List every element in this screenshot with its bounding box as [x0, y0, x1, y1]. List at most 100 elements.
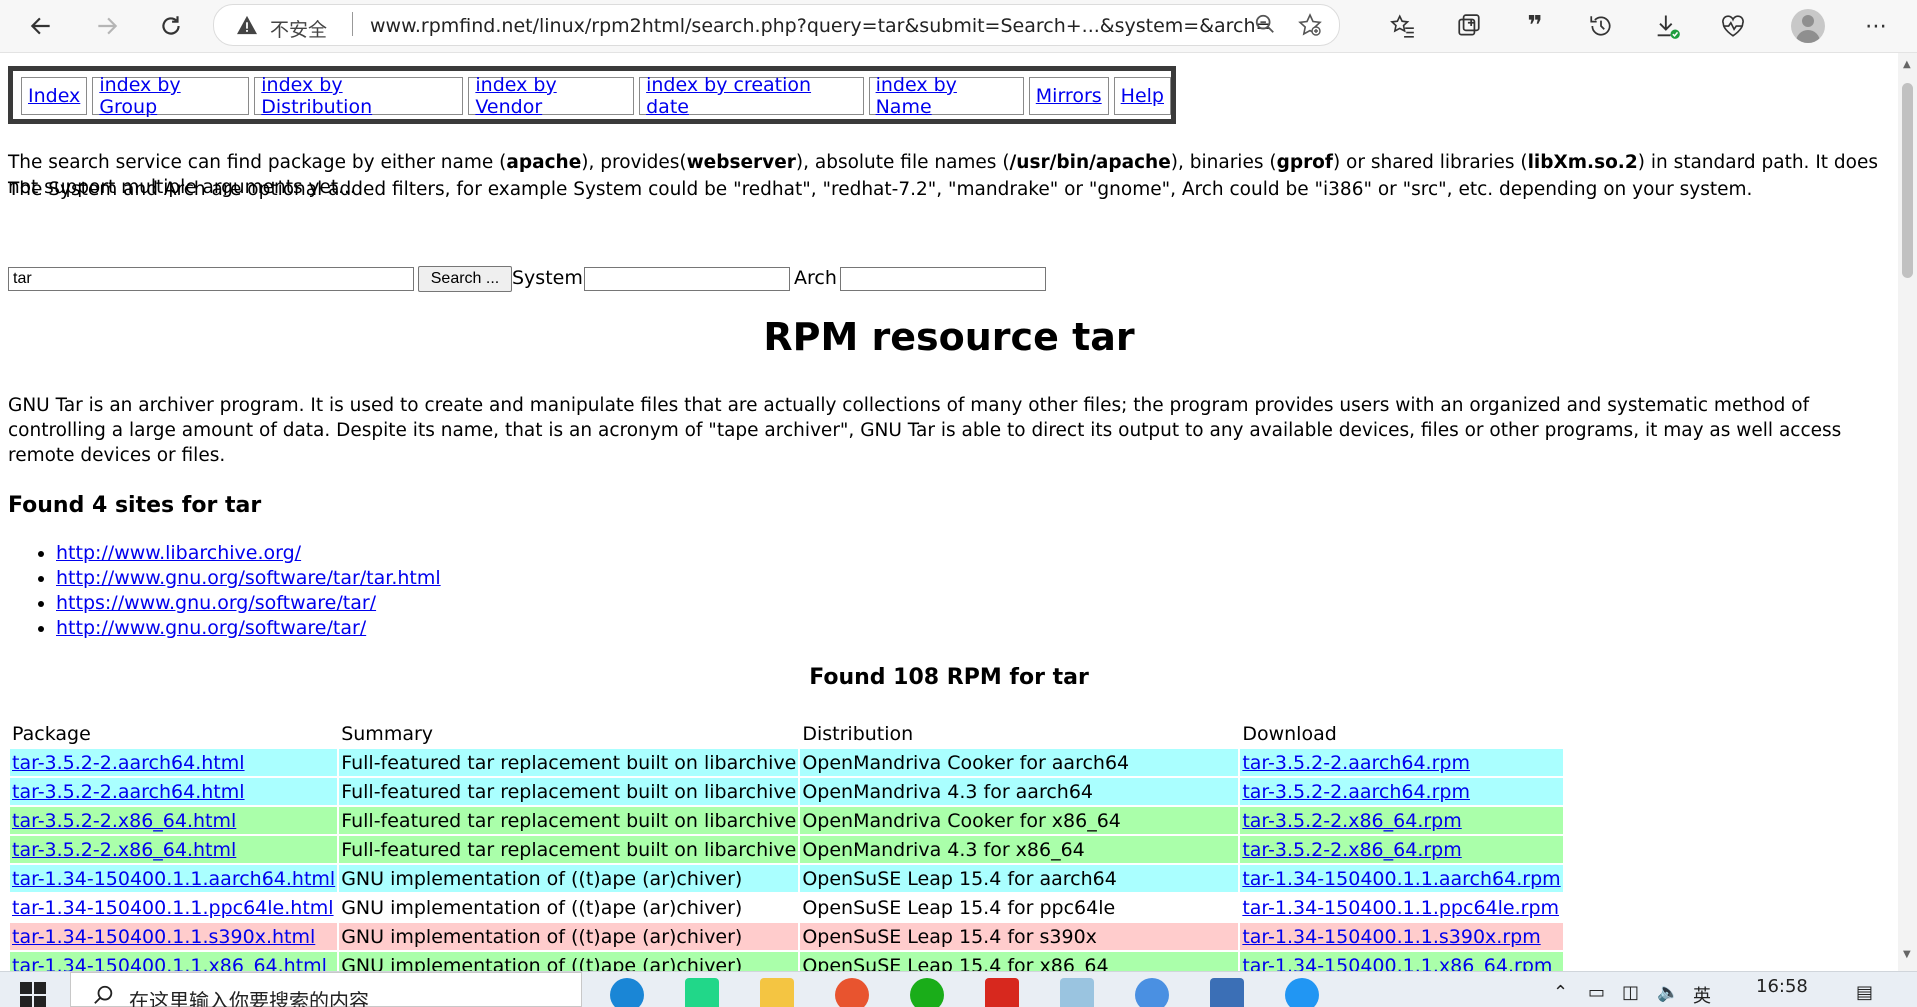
- system-label: System: [512, 267, 583, 289]
- arch-input[interactable]: [840, 267, 1046, 291]
- feishu-taskbar-icon[interactable]: [1285, 978, 1319, 1007]
- wechat-taskbar-icon[interactable]: [910, 978, 944, 1007]
- cell-summary: GNU implementation of ((t)ape (ar)chiver…: [339, 923, 799, 950]
- cell-download: tar-3.5.2-2.x86_64.rpm: [1240, 836, 1563, 863]
- download-link[interactable]: tar-1.34-150400.1.1.aarch64.rpm: [1242, 868, 1560, 890]
- table-header-row: Package Summary Distribution Download: [10, 721, 1563, 747]
- download-link[interactable]: tar-3.5.2-2.x86_64.rpm: [1242, 810, 1461, 832]
- download-link[interactable]: tar-1.34-150400.1.1.s390x.rpm: [1242, 926, 1540, 948]
- url-text[interactable]: www.rpmfind.net/linux/rpm2html/search.ph…: [370, 15, 1271, 37]
- package-link[interactable]: tar-1.34-150400.1.1.x86_64.html: [12, 955, 327, 972]
- package-link[interactable]: tar-3.5.2-2.aarch64.html: [12, 781, 245, 803]
- cell-summary: Full-featured tar replacement built on l…: [339, 807, 799, 834]
- taskbar-clock[interactable]: 16:58: [1756, 976, 1808, 997]
- package-link[interactable]: tar-1.34-150400.1.1.s390x.html: [12, 926, 315, 948]
- cell-download: tar-1.34-150400.1.1.x86_64.rpm: [1240, 952, 1563, 972]
- example-term: gprof: [1276, 152, 1333, 173]
- nav-cell: index by Vendor: [468, 74, 635, 118]
- nav-link-index-by-distribution[interactable]: index by Distribution: [261, 74, 456, 118]
- package-link[interactable]: tar-1.34-150400.1.1.ppc64le.html: [12, 897, 334, 919]
- scroll-up-arrow-icon[interactable]: ▲: [1903, 59, 1911, 70]
- package-link[interactable]: tar-3.5.2-2.x86_64.html: [12, 839, 236, 861]
- site-link[interactable]: https://www.gnu.org/software/tar/: [56, 592, 376, 614]
- package-link[interactable]: tar-1.34-150400.1.1.aarch64.html: [12, 868, 335, 890]
- site-link[interactable]: http://www.gnu.org/software/tar/: [56, 617, 366, 639]
- download-link[interactable]: tar-1.34-150400.1.1.ppc64le.rpm: [1242, 897, 1559, 919]
- scroll-down-arrow-icon[interactable]: ▼: [1903, 949, 1911, 960]
- system-input[interactable]: [584, 267, 790, 291]
- download-link[interactable]: tar-3.5.2-2.x86_64.rpm: [1242, 839, 1461, 861]
- history-button[interactable]: [1585, 10, 1617, 42]
- nav-links: Index index by Group index by Distribution…: [21, 74, 1171, 118]
- add-favorite-icon[interactable]: [1298, 13, 1322, 37]
- nav-link-mirrors[interactable]: Mirrors: [1036, 85, 1102, 107]
- nav-link-index[interactable]: Index: [28, 85, 80, 107]
- app2-taskbar-icon[interactable]: [1135, 978, 1169, 1007]
- pycharm-taskbar-icon[interactable]: [685, 978, 719, 1007]
- cell-download: tar-1.34-150400.1.1.aarch64.rpm: [1240, 865, 1563, 892]
- file-explorer-taskbar-icon[interactable]: [760, 978, 794, 1007]
- nav-cell: Help: [1113, 77, 1171, 115]
- refresh-icon: [162, 16, 180, 35]
- cell-distribution: OpenMandriva Cooker for aarch64: [800, 749, 1239, 776]
- intro-filter-paragraph: The System and Arch are optional added f…: [8, 179, 1753, 200]
- page-title: RPM resource tar: [763, 315, 1135, 359]
- package-link[interactable]: tar-3.5.2-2.x86_64.html: [12, 810, 236, 832]
- web-page: Index index by Group index by Distribution…: [0, 53, 1898, 971]
- forward-button[interactable]: [88, 7, 126, 45]
- profile-avatar[interactable]: [1791, 9, 1825, 43]
- tray-expand-icon[interactable]: ⌃: [1553, 982, 1568, 1003]
- nav-link-index-by-name[interactable]: index by Name: [876, 74, 1017, 118]
- windows-start-icon[interactable]: [18, 980, 48, 1007]
- intro-text: ) or shared libraries (: [1332, 152, 1528, 173]
- example-term: webserver: [686, 152, 796, 173]
- quote-button[interactable]: ❞: [1519, 10, 1551, 42]
- cell-package: tar-1.34-150400.1.1.aarch64.html: [10, 865, 338, 892]
- download-link[interactable]: tar-3.5.2-2.aarch64.rpm: [1242, 781, 1470, 803]
- nav-link-help[interactable]: Help: [1121, 85, 1164, 107]
- ime-indicator[interactable]: 英: [1693, 982, 1711, 1007]
- volume-icon[interactable]: 🔈: [1657, 982, 1679, 1003]
- search-button[interactable]: Search ...: [418, 266, 512, 292]
- favorites-button[interactable]: [1387, 10, 1419, 42]
- back-button[interactable]: [22, 7, 60, 45]
- taskbar-search-placeholder: 在这里输入你要搜索的内容: [129, 989, 369, 1007]
- app-taskbar-icon[interactable]: [835, 978, 869, 1007]
- page-scrollbar[interactable]: ▲ ▼: [1898, 53, 1917, 971]
- more-menu-button[interactable]: ⋯: [1860, 10, 1892, 42]
- cell-summary: GNU implementation of ((t)ape (ar)chiver…: [339, 952, 799, 971]
- collections-icon: [1458, 14, 1480, 36]
- app3-taskbar-icon[interactable]: [1210, 978, 1244, 1007]
- search-query-input[interactable]: [8, 267, 414, 291]
- downloads-button[interactable]: [1651, 10, 1683, 42]
- nav-link-index-by-vendor[interactable]: index by Vendor: [475, 74, 627, 118]
- cell-distribution: OpenSuSE Leap 15.4 for aarch64: [800, 865, 1239, 892]
- refresh-button[interactable]: [152, 7, 190, 45]
- wps-taskbar-icon[interactable]: [985, 978, 1019, 1007]
- download-link[interactable]: tar-1.34-150400.1.1.x86_64.rpm: [1242, 955, 1552, 972]
- site-link[interactable]: http://www.gnu.org/software/tar/tar.html: [56, 567, 441, 589]
- notes-taskbar-icon[interactable]: [1060, 978, 1094, 1007]
- battery-icon[interactable]: ▭: [1588, 982, 1605, 1003]
- network-icon[interactable]: ◫: [1622, 982, 1639, 1003]
- nav-cell: index by Distribution: [254, 74, 464, 118]
- intro-text: ), absolute file names (: [795, 152, 1010, 173]
- table-row: tar-1.34-150400.1.1.ppc64le.html GNU impl…: [10, 894, 1563, 921]
- notification-icon[interactable]: ▤: [1856, 982, 1873, 1003]
- download-icon: [1657, 15, 1680, 39]
- nav-link-index-by-creation-date[interactable]: index by creation date: [646, 74, 856, 118]
- edge-taskbar-icon[interactable]: [610, 978, 644, 1007]
- cell-distribution: OpenMandriva 4.3 for aarch64: [800, 778, 1239, 805]
- download-link[interactable]: tar-3.5.2-2.aarch64.rpm: [1242, 752, 1470, 774]
- site-link[interactable]: http://www.libarchive.org/: [56, 542, 301, 564]
- nav-link-index-by-group[interactable]: index by Group: [99, 74, 242, 118]
- performance-button[interactable]: [1717, 10, 1749, 42]
- zoom-icon[interactable]: [1254, 13, 1276, 35]
- insecure-label: 不安全: [270, 19, 328, 41]
- collections-button[interactable]: [1453, 10, 1485, 42]
- package-link[interactable]: tar-3.5.2-2.aarch64.html: [12, 752, 245, 774]
- resource-description: GNU Tar is an archiver program. It is us…: [8, 395, 1842, 466]
- scroll-thumb[interactable]: [1902, 83, 1913, 278]
- address-bar[interactable]: 不安全 www.rpmfind.net/linux/rpm2html/searc…: [213, 4, 1340, 46]
- taskbar-search-box[interactable]: 在这里输入你要搜索的内容: [70, 972, 582, 1007]
